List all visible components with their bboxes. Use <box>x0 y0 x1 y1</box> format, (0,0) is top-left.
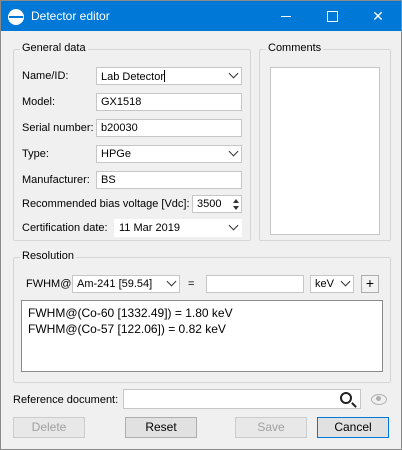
bias-voltage-label: Recommended bias voltage [Vdc]: <box>22 198 190 210</box>
nuclide-select[interactable]: Am-241 [59.54] <box>72 275 180 293</box>
close-button[interactable]: ✕ <box>355 1 401 31</box>
type-value: HPGe <box>101 148 131 160</box>
window-title: Detector editor <box>31 9 110 23</box>
detector-editor-window: Detector editor ✕ General data Name/ID: … <box>0 0 402 450</box>
comments-group: Comments <box>259 42 391 241</box>
maximize-icon <box>327 11 338 22</box>
fwhm-label: FWHM@ <box>26 278 72 290</box>
resolution-group: Resolution FWHM@ Am-241 [59.54] = keV + … <box>13 250 391 383</box>
name-value: Lab Detector <box>101 71 164 83</box>
manufacturer-label: Manufacturer: <box>22 174 90 186</box>
resolution-list[interactable]: FWHM@(Co-60 [1332.49]) = 1.80 keV FWHM@(… <box>21 300 383 372</box>
manufacturer-field[interactable]: BS <box>96 171 242 189</box>
chevron-down-icon[interactable] <box>228 68 239 79</box>
close-icon: ✕ <box>372 8 384 24</box>
nuclide-value: Am-241 [59.54] <box>77 278 153 290</box>
reference-input[interactable] <box>123 389 361 409</box>
chevron-down-icon[interactable] <box>228 146 239 157</box>
name-label: Name/ID: <box>22 70 69 82</box>
unit-select[interactable]: keV <box>310 275 354 293</box>
minimize-button[interactable] <box>263 1 309 31</box>
model-field[interactable]: GX1518 <box>96 93 242 111</box>
serial-label: Serial number: <box>22 122 94 134</box>
type-select[interactable]: HPGe <box>96 145 242 163</box>
resolution-item[interactable]: FWHM@(Co-57 [122.06]) = 0.82 keV <box>28 322 226 336</box>
resolution-item[interactable]: FWHM@(Co-60 [1332.49]) = 1.80 keV <box>28 306 233 320</box>
comments-textarea[interactable] <box>270 67 380 235</box>
maximize-button[interactable] <box>309 1 355 31</box>
add-resolution-button[interactable]: + <box>361 275 379 293</box>
cert-date-value: 11 Mar 2019 <box>119 222 180 234</box>
name-field[interactable]: Lab Detector <box>96 67 242 85</box>
app-icon <box>8 9 24 25</box>
minimize-icon <box>281 16 291 17</box>
chevron-down-icon[interactable] <box>166 276 177 287</box>
resolution-title: Resolution <box>20 250 76 262</box>
title-bar: Detector editor ✕ <box>1 1 401 31</box>
save-button[interactable]: Save <box>235 417 307 438</box>
search-icon[interactable] <box>340 392 352 404</box>
delete-button[interactable]: Delete <box>13 417 85 438</box>
model-label: Model: <box>22 96 56 108</box>
bias-voltage-spinner[interactable]: 3500 <box>192 195 242 213</box>
reference-label: Reference document: <box>13 394 119 406</box>
cert-date-label: Certification date: <box>22 222 108 234</box>
bias-voltage-value: 3500 <box>197 198 222 210</box>
reset-button[interactable]: Reset <box>125 417 197 438</box>
spin-up-icon[interactable] <box>233 199 239 203</box>
text-cursor <box>163 70 165 82</box>
unit-value: keV <box>315 278 334 290</box>
comments-title: Comments <box>266 42 324 54</box>
general-data-group: General data Name/ID: Lab Detector Model… <box>13 42 251 241</box>
fwhm-value-input[interactable] <box>206 275 304 293</box>
general-data-title: General data <box>20 42 88 54</box>
eye-icon[interactable] <box>371 394 387 405</box>
equals-sign: = <box>188 278 195 290</box>
type-label: Type: <box>22 148 49 160</box>
chevron-down-icon[interactable] <box>228 220 239 231</box>
chevron-down-icon[interactable] <box>340 276 351 287</box>
cert-date-picker[interactable]: 11 Mar 2019 <box>114 219 242 237</box>
serial-field[interactable]: b20030 <box>96 119 242 137</box>
spin-down-icon[interactable] <box>233 206 239 210</box>
cancel-button[interactable]: Cancel <box>317 417 389 438</box>
